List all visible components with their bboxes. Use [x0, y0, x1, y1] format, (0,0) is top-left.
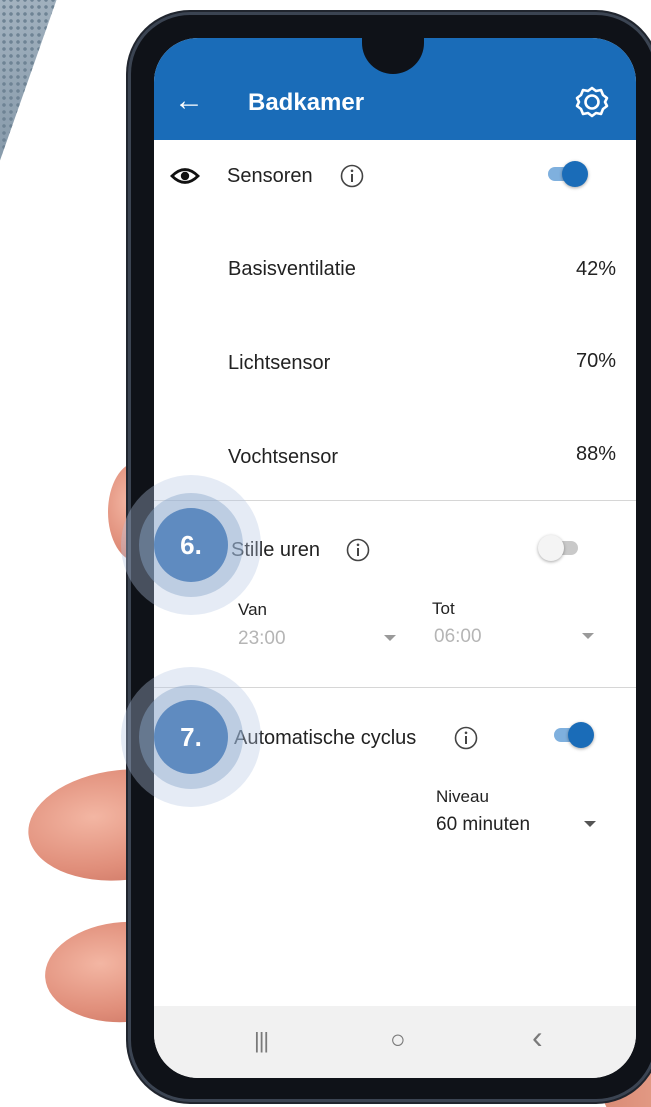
sensor-row-value: 70% — [575, 350, 616, 372]
sensors-toggle[interactable] — [546, 160, 590, 188]
toggle-thumb — [538, 535, 564, 561]
level-label: Niveau — [436, 787, 489, 806]
sensor-row-label: Lichtsensor — [228, 352, 331, 374]
callout-number: 7. — [180, 722, 202, 752]
gear-icon[interactable] — [575, 85, 609, 119]
sensors-label: Sensoren — [227, 165, 313, 187]
auto-cycle-label: Automatische cyclus — [234, 727, 417, 749]
auto-cycle-info-icon[interactable] — [454, 726, 478, 750]
from-dropdown-caret-icon[interactable] — [384, 635, 396, 641]
eye-icon — [170, 168, 200, 184]
to-dropdown-caret-icon[interactable] — [582, 633, 594, 639]
callout-marker-6: 6. — [121, 475, 261, 615]
auto-cycle-toggle[interactable] — [552, 721, 596, 749]
quiet-hours-toggle[interactable] — [538, 534, 582, 562]
home-icon[interactable]: ○ — [390, 1024, 406, 1054]
to-time-select[interactable]: 06:00 — [434, 625, 482, 649]
callout-marker-7: 7. — [121, 667, 261, 807]
callout-number: 6. — [180, 530, 202, 560]
sensor-row-value: 88% — [575, 443, 616, 465]
from-time-select[interactable]: 23:00 — [238, 627, 286, 651]
back-arrow-icon[interactable]: ← — [174, 86, 204, 116]
level-dropdown-caret-icon[interactable] — [584, 821, 596, 827]
sensor-row-value: 42% — [575, 258, 616, 280]
perforated-metal-decoration — [0, 0, 60, 190]
recents-icon[interactable]: ||| — [254, 1026, 269, 1056]
toggle-thumb — [568, 722, 594, 748]
sensor-row-label: Vochtsensor — [228, 446, 339, 468]
level-select[interactable]: 60 minuten — [436, 813, 530, 837]
toggle-thumb — [562, 161, 588, 187]
quiet-hours-info-icon[interactable] — [346, 538, 370, 562]
from-label: Van — [238, 600, 267, 619]
to-label: Tot — [432, 599, 455, 618]
sensors-info-icon[interactable] — [340, 164, 364, 188]
system-navigation-bar: ||| ○ ‹ — [154, 1006, 636, 1078]
page-title: Badkamer — [248, 89, 365, 116]
photo-stage: ← Badkamer Sensoren Basisventilatie 42% … — [0, 0, 651, 1107]
back-nav-icon[interactable]: ‹ — [532, 1021, 543, 1053]
sensor-row-label: Basisventilatie — [228, 258, 356, 280]
